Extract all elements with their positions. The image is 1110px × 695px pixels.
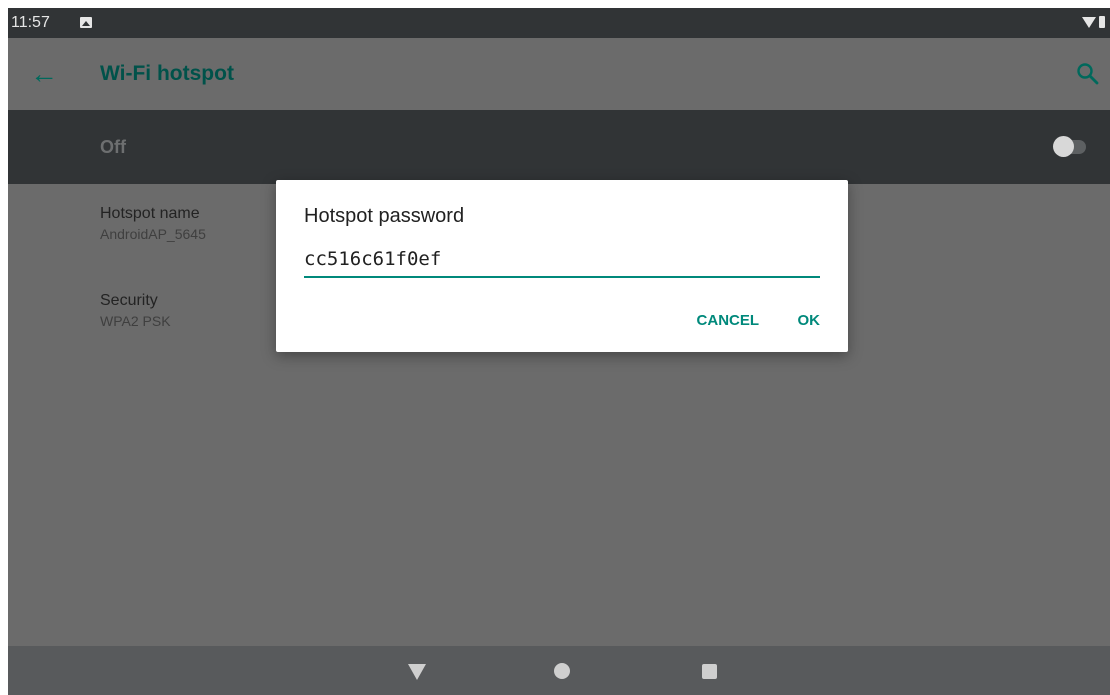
- dialog-actions: CANCEL OK: [663, 312, 820, 330]
- battery-icon: [1099, 16, 1105, 28]
- image-icon: [80, 17, 92, 28]
- hotspot-password-dialog: Hotspot password CANCEL OK: [276, 180, 848, 352]
- navigation-bar: [8, 646, 1110, 695]
- nav-home-icon[interactable]: [554, 663, 570, 679]
- screen: 11:57 ← Wi-Fi hotspot Off Hotspot name A…: [8, 8, 1110, 695]
- app-bar: ← Wi-Fi hotspot: [8, 38, 1110, 110]
- arrow-back-icon: ←: [30, 58, 58, 89]
- status-time: 11:57: [11, 14, 50, 31]
- password-input[interactable]: [304, 244, 820, 278]
- switch-state-label: Off: [100, 137, 126, 157]
- master-switch-bar[interactable]: Off: [8, 110, 1110, 184]
- wifi-icon: [1082, 17, 1096, 28]
- nav-recents-icon[interactable]: [702, 664, 717, 679]
- dialog-title: Hotspot password: [304, 205, 465, 227]
- search-button[interactable]: [1074, 60, 1102, 88]
- page-title: Wi-Fi hotspot: [100, 62, 234, 85]
- status-bar: 11:57: [8, 8, 1110, 38]
- hotspot-toggle-thumb[interactable]: [1053, 136, 1074, 157]
- back-button[interactable]: ←: [24, 56, 64, 92]
- nav-back-icon[interactable]: [408, 664, 426, 680]
- cancel-button[interactable]: CANCEL: [697, 312, 760, 329]
- search-icon: [1077, 63, 1099, 85]
- ok-button[interactable]: OK: [798, 312, 821, 329]
